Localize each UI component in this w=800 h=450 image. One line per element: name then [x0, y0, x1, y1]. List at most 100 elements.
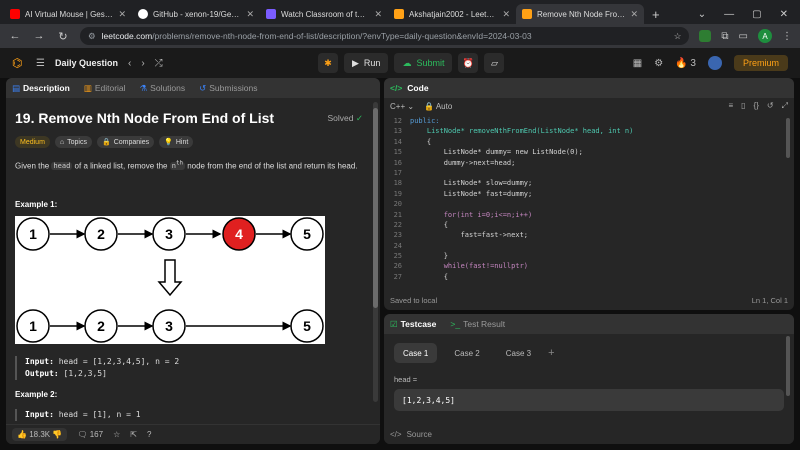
- close-tab-icon[interactable]: ✕: [374, 9, 382, 20]
- bookmark-star-icon[interactable]: ☆: [674, 31, 682, 42]
- comments-button[interactable]: 🗨 167: [77, 430, 103, 439]
- back-icon[interactable]: ←: [8, 30, 22, 42]
- tab-solutions[interactable]: ⚗ Solutions: [140, 83, 186, 94]
- favorite-star-icon[interactable]: ☆: [113, 430, 120, 439]
- close-tab-icon[interactable]: ✕: [502, 9, 510, 20]
- param-input[interactable]: [1,2,3,4,5]: [394, 389, 784, 411]
- settings-gear-icon[interactable]: ⚙: [654, 58, 663, 69]
- fullscreen-icon[interactable]: ⤢: [782, 101, 788, 111]
- adblock-extension-icon[interactable]: [699, 30, 712, 42]
- minimize-icon[interactable]: —: [724, 9, 734, 20]
- new-tab-button[interactable]: +: [644, 4, 668, 24]
- companies-tag[interactable]: 🔒 Companies: [96, 136, 155, 148]
- braces-icon[interactable]: {}: [754, 101, 759, 111]
- browser-tab[interactable]: Watch Classroom of the Elite ✕: [260, 4, 388, 24]
- testcase-tabs: ☑ Testcase >_ Test Result: [384, 314, 794, 334]
- language-select[interactable]: C++ ⌄: [390, 102, 414, 111]
- editor-actions: ≡ ▯ {} ↺ ⤢: [728, 101, 788, 111]
- browser-tab[interactable]: Akshatjain2002 - LeetCode P ✕: [388, 4, 516, 24]
- line-number: 19: [393, 189, 402, 198]
- example-2-heading: Example 2:: [15, 390, 58, 400]
- submit-button[interactable]: ☁ Submit: [394, 53, 453, 73]
- case-tab[interactable]: Case 1: [394, 343, 438, 363]
- site-info-icon[interactable]: ⚙: [88, 31, 96, 42]
- run-button[interactable]: ▶ Run: [344, 53, 389, 73]
- profile-avatar[interactable]: A: [758, 29, 772, 43]
- close-tab-icon[interactable]: ✕: [118, 9, 126, 20]
- like-button[interactable]: 👍 18.3K 👎: [12, 428, 68, 441]
- node-label: 2: [97, 226, 105, 242]
- prev-problem-icon[interactable]: ‹: [128, 58, 131, 69]
- editor-scrollbar[interactable]: [786, 118, 790, 158]
- close-tab-icon[interactable]: ✕: [630, 9, 638, 20]
- url-path: /problems/remove-nth-node-from-end-of-li…: [152, 31, 532, 41]
- dropdown-icon[interactable]: ⌄: [698, 9, 706, 20]
- notes-button[interactable]: ▱: [484, 53, 505, 73]
- testcase-scrollbar[interactable]: [786, 336, 790, 396]
- leetcode-header: ⌬ ☰ Daily Question ‹ › ⤮ ✱ ▶ Run ☁ Submit …: [0, 48, 800, 78]
- layout-grid-icon[interactable]: ▦: [633, 58, 642, 69]
- add-case-icon[interactable]: +: [548, 347, 554, 359]
- lock-icon: 🔒: [424, 101, 435, 111]
- topics-tag[interactable]: ⌂ Topics: [54, 136, 92, 148]
- reset-icon[interactable]: ↺: [767, 101, 774, 111]
- line-number: 17: [393, 168, 402, 177]
- thumbs-down-icon[interactable]: 👎: [52, 430, 62, 439]
- menu-kebab-icon[interactable]: ⋮: [782, 31, 792, 42]
- code-editor[interactable]: 12 public: 13 ListNode* removeNthFromEnd(…: [384, 116, 784, 286]
- user-avatar[interactable]: [707, 56, 722, 70]
- problem-title[interactable]: 19. Remove Nth Node From End of List: [15, 110, 274, 126]
- debug-button[interactable]: ✱: [318, 53, 338, 73]
- tab-label: Test Result: [463, 319, 506, 329]
- daily-question-label[interactable]: Daily Question: [55, 58, 118, 68]
- leetcode-logo-icon[interactable]: ⌬: [12, 56, 26, 70]
- problem-list-icon[interactable]: ☰: [36, 58, 45, 69]
- maximize-icon[interactable]: ▢: [752, 9, 761, 20]
- browser-tab[interactable]: GitHub - xenon-19/Gesture-C ✕: [132, 4, 260, 24]
- share-icon[interactable]: ⇱: [130, 430, 137, 439]
- code-line: 21 for(int i=0;i<=n;i++): [384, 210, 784, 220]
- tab-testcase[interactable]: ☑ Testcase: [390, 319, 436, 330]
- input-value: head = [1,2,3,4,5], n = 2: [58, 357, 180, 367]
- hint-tag[interactable]: 💡 Hint: [159, 136, 194, 148]
- streak-counter[interactable]: 🔥 3: [675, 58, 696, 69]
- problem-footer: 👍 18.3K 👎 🗨 167 ☆ ⇱ ?: [6, 424, 380, 444]
- case-tab[interactable]: Case 3: [497, 343, 540, 363]
- scrollbar-thumb[interactable]: [373, 108, 378, 308]
- like-count: 18.3K: [29, 430, 51, 439]
- case-tab[interactable]: Case 2: [445, 343, 488, 363]
- problem-title-row: 19. Remove Nth Node From End of List Sol…: [15, 110, 363, 126]
- tag-label: Topics: [67, 138, 87, 146]
- source-button[interactable]: Source: [407, 430, 432, 439]
- premium-button[interactable]: Premium: [733, 55, 788, 71]
- code-panel-title: Code: [407, 83, 429, 93]
- timer-button[interactable]: ⏰: [458, 53, 479, 73]
- output-value: [1,2,3,5]: [63, 369, 107, 379]
- reload-icon[interactable]: ↻: [56, 30, 70, 43]
- close-window-icon[interactable]: ✕: [780, 9, 788, 20]
- tab-test-result[interactable]: >_ Test Result: [450, 319, 505, 329]
- input-label: Input:: [25, 357, 54, 367]
- extensions-puzzle-icon[interactable]: ⧉: [721, 31, 728, 42]
- sidebar-icon[interactable]: ▭: [739, 31, 748, 42]
- auto-mode-toggle[interactable]: 🔒 Auto: [424, 102, 452, 111]
- bookmark-icon[interactable]: ▯: [741, 101, 745, 111]
- forward-icon[interactable]: →: [32, 30, 46, 42]
- solved-label: Solved: [327, 112, 354, 123]
- tab-submissions[interactable]: ↺ Submissions: [199, 83, 257, 94]
- leetcode-favicon-icon: [522, 9, 532, 19]
- example-1-io: Input: head = [1,2,3,4,5], n = 2 Output:…: [15, 356, 363, 381]
- code-line: 22 {: [384, 220, 784, 230]
- code-line: 27 {: [384, 272, 784, 282]
- browser-tab-active[interactable]: Remove Nth Node From End ✕: [516, 4, 644, 24]
- next-problem-icon[interactable]: ›: [141, 58, 144, 69]
- format-icon[interactable]: ≡: [728, 101, 733, 111]
- tab-editorial[interactable]: ▥ Editorial: [84, 83, 126, 94]
- browser-tab[interactable]: AI Virtual Mouse | Gesture Re ✕: [4, 4, 132, 24]
- tab-description[interactable]: ▤ Description: [12, 83, 70, 94]
- close-tab-icon[interactable]: ✕: [246, 9, 254, 20]
- help-icon[interactable]: ?: [147, 430, 151, 439]
- url-bar[interactable]: ⚙ leetcode.com/problems/remove-nth-node-…: [80, 27, 690, 45]
- shuffle-icon[interactable]: ⤮: [155, 58, 163, 69]
- line-number: 15: [393, 148, 402, 157]
